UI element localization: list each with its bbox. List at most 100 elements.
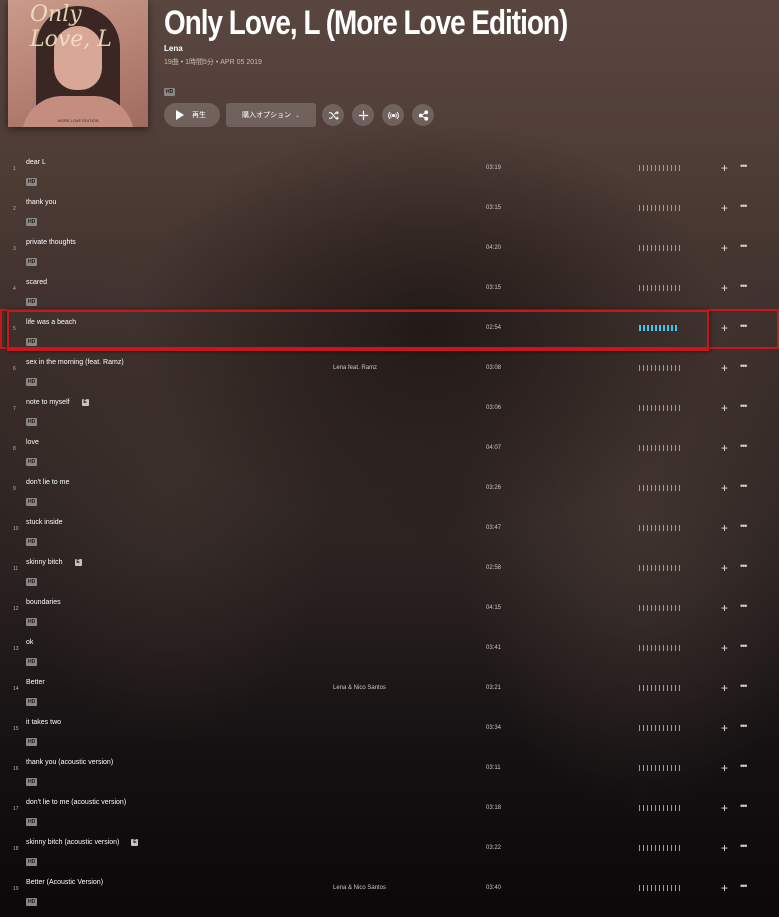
- shuffle-button[interactable]: [322, 104, 344, 126]
- track-number: 4: [13, 286, 16, 292]
- track-title[interactable]: don't lie to me (acoustic version): [26, 799, 126, 806]
- track-title[interactable]: don't lie to me: [26, 479, 69, 486]
- track-title[interactable]: love: [26, 439, 39, 446]
- track-row[interactable]: 18 skinny bitch (acoustic version) E HD 03:2…: [0, 829, 779, 869]
- more-options-icon[interactable]: •••: [740, 761, 748, 771]
- track-title[interactable]: sex in the morning (feat. Ramz): [26, 359, 124, 366]
- add-track-icon[interactable]: +: [721, 321, 728, 335]
- more-options-icon[interactable]: •••: [740, 641, 748, 651]
- track-title-text: stuck inside: [26, 519, 63, 526]
- more-options-icon[interactable]: •••: [740, 321, 748, 331]
- add-track-icon[interactable]: +: [721, 201, 728, 215]
- more-options-icon[interactable]: •••: [740, 481, 748, 491]
- track-title[interactable]: ok: [26, 639, 33, 646]
- track-row[interactable]: 14 Better HD Lena & Nico Santos 03:21 + •••: [0, 669, 779, 709]
- track-title[interactable]: thank you: [26, 199, 56, 206]
- track-row[interactable]: 19 Better (Acoustic Version) HD Lena & Nico…: [0, 869, 779, 909]
- track-row[interactable]: 16 thank you (acoustic version) HD 03:11 + ••…: [0, 749, 779, 789]
- track-hd-badge: HD: [26, 690, 38, 708]
- add-track-icon[interactable]: +: [721, 481, 728, 495]
- more-options-icon[interactable]: •••: [740, 281, 748, 291]
- add-track-icon[interactable]: +: [721, 801, 728, 815]
- track-title[interactable]: note to myself E: [26, 399, 89, 406]
- more-options-icon[interactable]: •••: [740, 881, 748, 891]
- track-title[interactable]: life was a beach: [26, 319, 76, 326]
- track-title[interactable]: boundaries: [26, 599, 61, 606]
- track-hd-badge: HD: [26, 890, 38, 908]
- album-artist-link[interactable]: Lena: [164, 44, 183, 53]
- more-options-icon[interactable]: •••: [740, 241, 748, 251]
- hd-badge: HD: [26, 618, 38, 626]
- add-track-icon[interactable]: +: [721, 561, 728, 575]
- track-row[interactable]: 7 note to myself E HD 03:06 + •••: [0, 389, 779, 429]
- track-row[interactable]: 15 it takes two HD 03:34 + •••: [0, 709, 779, 749]
- track-row[interactable]: 9 don't lie to me HD 03:26 + •••: [0, 469, 779, 509]
- add-track-icon[interactable]: +: [721, 361, 728, 375]
- share-button[interactable]: [412, 104, 434, 126]
- track-title[interactable]: stuck inside: [26, 519, 63, 526]
- purchase-options-button[interactable]: 購入オプション ⌄: [226, 103, 316, 127]
- more-options-icon[interactable]: •••: [740, 201, 748, 211]
- more-options-icon[interactable]: •••: [740, 441, 748, 451]
- play-button[interactable]: 再生: [164, 103, 220, 127]
- waveform-icon: [639, 685, 683, 691]
- add-track-icon[interactable]: +: [721, 681, 728, 695]
- track-row[interactable]: 1 dear L HD 03:19 + •••: [0, 149, 779, 189]
- more-options-icon[interactable]: •••: [740, 601, 748, 611]
- track-title[interactable]: Better: [26, 679, 45, 686]
- chevron-down-icon: ⌄: [294, 112, 301, 119]
- track-artist-link[interactable]: Lena & Nico Santos: [333, 685, 386, 691]
- track-title-text: don't lie to me (acoustic version): [26, 799, 127, 806]
- more-options-icon[interactable]: •••: [740, 841, 748, 851]
- add-track-icon[interactable]: +: [721, 241, 728, 255]
- track-row[interactable]: 6 sex in the morning (feat. Ramz) HD Lena f…: [0, 349, 779, 389]
- add-track-icon[interactable]: +: [721, 841, 728, 855]
- track-title[interactable]: dear L: [26, 159, 46, 166]
- more-options-icon[interactable]: •••: [740, 521, 748, 531]
- track-row[interactable]: 8 love HD 04:07 + •••: [0, 429, 779, 469]
- track-artist-link[interactable]: Lena & Nico Santos: [333, 885, 386, 891]
- track-row[interactable]: 17 don't lie to me (acoustic version) HD 03…: [0, 789, 779, 829]
- more-options-icon[interactable]: •••: [740, 801, 748, 811]
- add-track-icon[interactable]: +: [721, 161, 728, 175]
- add-track-icon[interactable]: +: [721, 761, 728, 775]
- add-track-icon[interactable]: +: [721, 521, 728, 535]
- more-options-icon[interactable]: •••: [740, 361, 748, 371]
- track-duration: 02:58: [486, 565, 502, 571]
- track-row[interactable]: 11 skinny bitch E HD 02:58 + •••: [0, 549, 779, 589]
- track-row[interactable]: 10 stuck inside HD 03:47 + •••: [0, 509, 779, 549]
- track-title-text: scared: [26, 279, 48, 286]
- track-title[interactable]: skinny bitch E: [26, 559, 82, 566]
- track-title[interactable]: it takes two: [26, 719, 61, 726]
- track-row[interactable]: 2 thank you HD 03:15 + •••: [0, 189, 779, 229]
- track-number: 1: [13, 166, 16, 172]
- more-options-icon[interactable]: •••: [740, 681, 748, 691]
- add-track-icon[interactable]: +: [721, 441, 728, 455]
- more-options-icon[interactable]: •••: [740, 401, 748, 411]
- track-artist-link[interactable]: Lena feat. Ramz: [333, 365, 377, 371]
- add-track-icon[interactable]: +: [721, 401, 728, 415]
- track-row-selected[interactable]: 5 life was a beach HD 02:54 + •••: [0, 309, 779, 351]
- more-options-icon[interactable]: •••: [740, 561, 748, 571]
- more-options-icon[interactable]: •••: [740, 161, 748, 171]
- track-title[interactable]: scared: [26, 279, 47, 286]
- track-row[interactable]: 4 scared HD 03:15 + •••: [0, 269, 779, 309]
- add-track-icon[interactable]: +: [721, 281, 728, 295]
- track-row[interactable]: 3 private thoughts HD 04:20 + •••: [0, 229, 779, 269]
- track-row[interactable]: 13 ok HD 03:41 + •••: [0, 629, 779, 669]
- track-title[interactable]: private thoughts: [26, 239, 76, 246]
- add-track-icon[interactable]: +: [721, 601, 728, 615]
- album-cover[interactable]: Only Love, L MORE LOVE EDITION: [8, 0, 148, 127]
- add-track-icon[interactable]: +: [721, 641, 728, 655]
- add-track-icon[interactable]: +: [721, 881, 728, 895]
- track-row[interactable]: 12 boundaries HD 04:15 + •••: [0, 589, 779, 629]
- hd-badge: HD: [26, 378, 38, 386]
- add-to-library-button[interactable]: [352, 104, 374, 126]
- more-options-icon[interactable]: •••: [740, 721, 748, 731]
- broadcast-button[interactable]: [382, 104, 404, 126]
- add-track-icon[interactable]: +: [721, 721, 728, 735]
- track-list: 1 dear L HD 03:19 + ••• 2 thank you HD 03:15 + ••• 3…: [0, 149, 779, 909]
- track-title[interactable]: Better (Acoustic Version): [26, 879, 103, 886]
- track-title[interactable]: skinny bitch (acoustic version) E: [26, 839, 139, 846]
- track-title[interactable]: thank you (acoustic version): [26, 759, 113, 766]
